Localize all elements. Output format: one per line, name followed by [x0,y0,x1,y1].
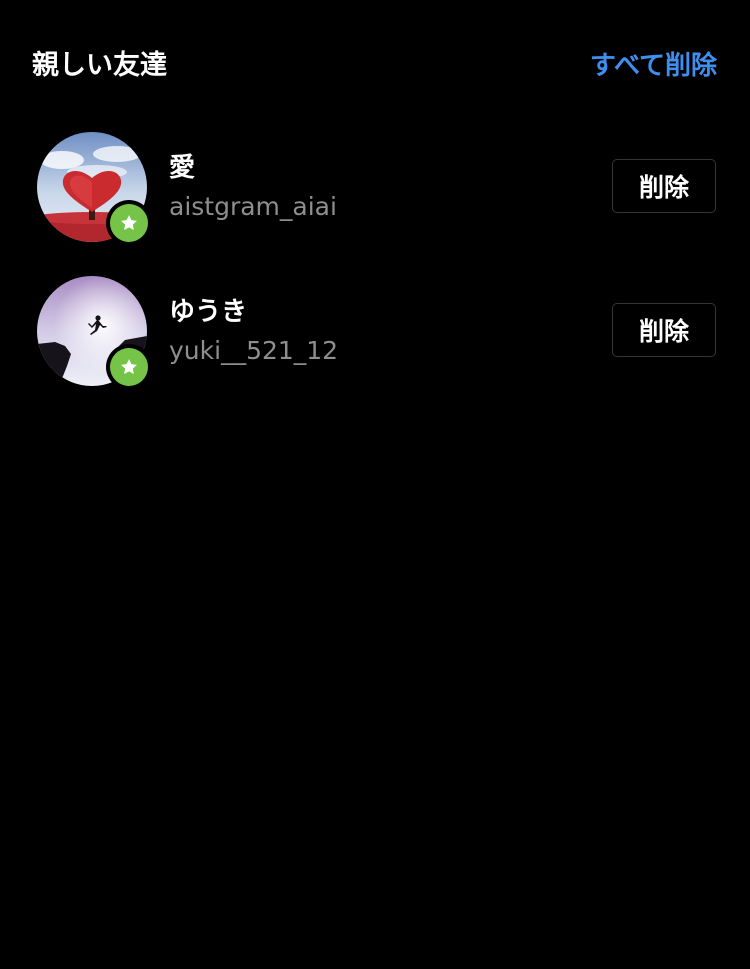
list-item: 愛 aistgram_aiai 削除 [0,122,750,266]
page-title: 親しい友達 [32,50,167,81]
friend-name: ゆうき [169,297,248,327]
friend-username: aistgram_aiai [169,192,337,221]
star-badge-circle [110,204,148,242]
header: 親しい友達 すべて削除 [0,0,750,130]
close-friends-list: 愛 aistgram_aiai 削除 ゆうき yuki__521_12 削除 [0,122,750,410]
star-icon [121,215,137,231]
remove-all-button[interactable]: すべて削除 [590,46,717,86]
star-badge-circle [110,348,148,386]
star-icon [121,359,137,375]
list-item: ゆうき yuki__521_12 削除 [0,266,750,410]
friend-name: 愛 [169,153,196,183]
friend-username: yuki__521_12 [169,336,339,365]
remove-button[interactable]: 削除 [612,159,716,213]
remove-button[interactable]: 削除 [612,303,716,357]
close-friend-badge [106,344,152,390]
close-friend-badge [106,200,152,246]
